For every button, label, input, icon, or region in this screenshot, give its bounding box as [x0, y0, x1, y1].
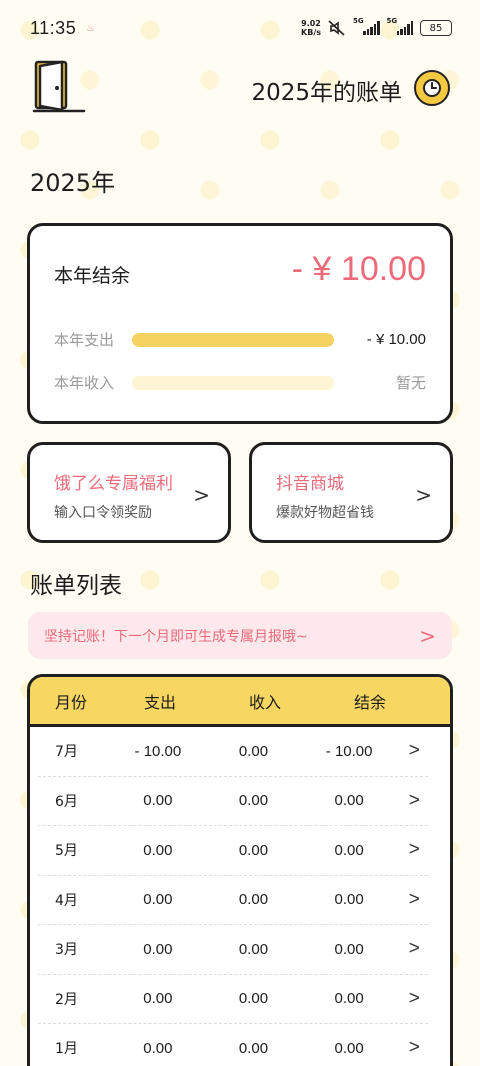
table-header: 月份 支出 收入 结余	[30, 677, 450, 727]
row-expense: 0.00	[143, 891, 173, 909]
promo-subtitle: 输入口令领奖励	[54, 505, 152, 521]
expense-bar-fill	[132, 332, 334, 347]
door-icon[interactable]	[32, 58, 86, 116]
table-row[interactable]: 2月 0.00 0.00 0.00 >	[38, 975, 428, 1024]
signal-icon-sim1: 5G	[353, 17, 380, 35]
row-expense: - 10.00	[134, 742, 182, 760]
sim2-label: 5G	[386, 17, 398, 25]
expense-row: 本年支出 - ¥ 10.00	[54, 329, 426, 350]
row-expense: 0.00	[143, 990, 173, 1008]
status-time: 11:35	[30, 17, 77, 38]
promo-subtitle: 爆款好物超省钱	[276, 505, 374, 521]
status-bar: 11:35 ♨ 9.02 KB/s 5G 5G 85	[0, 0, 480, 56]
chevron-right-icon: >	[415, 483, 432, 507]
chevron-right-icon: >	[408, 987, 420, 1009]
table-row[interactable]: 1月 0.00 0.00 0.00 >	[38, 1024, 428, 1066]
expense-label: 本年支出	[54, 331, 115, 349]
table-row[interactable]: 3月 0.00 0.00 0.00 >	[38, 925, 428, 975]
promo-title: 抖音商城	[276, 474, 344, 494]
bill-list-heading: 账单列表	[30, 573, 122, 599]
row-balance: 0.00	[334, 1039, 364, 1057]
row-income: 0.00	[238, 792, 269, 810]
row-income: 0.00	[238, 940, 269, 958]
net-speed-value: 9.02	[301, 19, 321, 28]
table-row[interactable]: 4月 0.00 0.00 0.00 >	[38, 876, 428, 925]
sim1-label: 5G	[353, 17, 364, 25]
promo-title: 饿了么专属福利	[54, 474, 173, 494]
row-expense: 0.00	[143, 792, 173, 810]
header-expense: 支出	[143, 692, 176, 712]
row-balance: 0.00	[334, 891, 364, 909]
row-month: 1月	[55, 1041, 78, 1058]
table-body: 7月 - 10.00 0.00 - 10.00 > 6月 0.00 0.00 0…	[30, 727, 450, 1066]
row-balance: 0.00	[334, 841, 364, 859]
row-month: 5月	[55, 843, 78, 860]
chevron-right-icon: >	[408, 740, 420, 762]
row-month: 3月	[55, 942, 78, 959]
row-balance: - 10.00	[325, 742, 373, 760]
chevron-right-icon: >	[193, 483, 210, 507]
notice-text: 坚持记账！下一个月即可生成专属月报哦~	[44, 628, 308, 645]
row-month: 2月	[55, 991, 78, 1008]
chevron-right-icon: >	[419, 623, 436, 648]
battery-indicator: 85	[420, 20, 452, 36]
year-summary-card: 本年结余 - ¥ 10.00 本年支出 - ¥ 10.00 本年收入 暂无	[27, 223, 453, 424]
header-balance: 结余	[353, 692, 386, 712]
income-label: 本年收入	[54, 374, 115, 392]
row-month: 7月	[55, 744, 78, 761]
table-row[interactable]: 5月 0.00 0.00 0.00 >	[38, 826, 428, 876]
monthly-report-notice[interactable]: 坚持记账！下一个月即可生成专属月报哦~ >	[28, 612, 452, 659]
income-bar	[132, 375, 334, 390]
row-income: 0.00	[238, 990, 269, 1008]
row-income: 0.00	[238, 891, 269, 909]
net-speed: 9.02 KB/s	[301, 19, 321, 37]
promo-card-eleme[interactable]: 饿了么专属福利 输入口令领奖励 >	[27, 442, 231, 543]
row-balance: 0.00	[334, 792, 364, 810]
page-title: 2025年的账单	[251, 80, 402, 106]
row-month: 6月	[55, 793, 78, 810]
chevron-right-icon: >	[408, 789, 420, 811]
net-speed-unit: KB/s	[301, 28, 321, 37]
chevron-right-icon: >	[408, 1037, 420, 1059]
chevron-right-icon: >	[408, 938, 420, 960]
expense-bar	[132, 332, 334, 347]
promo-card-douyin[interactable]: 抖音商城 爆款好物超省钱 >	[249, 442, 453, 543]
row-income: 0.00	[238, 742, 269, 760]
signal-icon-sim2: 5G	[387, 17, 413, 35]
row-expense: 0.00	[143, 1039, 173, 1057]
row-expense: 0.00	[143, 940, 173, 958]
row-month: 4月	[55, 892, 78, 909]
balance-value: - ¥ 10.00	[291, 250, 426, 288]
header-income: 收入	[248, 692, 281, 712]
row-balance: 0.00	[334, 990, 364, 1008]
table-row[interactable]: 6月 0.00 0.00 0.00 >	[38, 777, 428, 826]
chevron-right-icon: >	[408, 888, 420, 910]
row-balance: 0.00	[334, 940, 364, 958]
row-expense: 0.00	[143, 841, 173, 859]
mute-icon	[328, 20, 345, 36]
status-icons: 9.02 KB/s 5G 5G 85	[301, 17, 452, 37]
clock-icon[interactable]	[414, 70, 450, 106]
notification-icon: ♨	[86, 24, 95, 34]
header-month: 月份	[55, 692, 88, 712]
year-heading: 2025年	[30, 169, 116, 197]
row-income: 0.00	[238, 1039, 269, 1057]
income-value: 暂无	[395, 374, 426, 392]
row-income: 0.00	[238, 841, 269, 859]
income-row: 本年收入 暂无	[54, 372, 426, 393]
balance-label: 本年结余	[54, 265, 131, 287]
table-row[interactable]: 7月 - 10.00 0.00 - 10.00 >	[38, 727, 428, 777]
expense-value: - ¥ 10.00	[366, 331, 426, 348]
chevron-right-icon: >	[408, 839, 420, 861]
bill-table: 月份 支出 收入 结余 7月 - 10.00 0.00 - 10.00 > 6月…	[27, 674, 453, 1066]
